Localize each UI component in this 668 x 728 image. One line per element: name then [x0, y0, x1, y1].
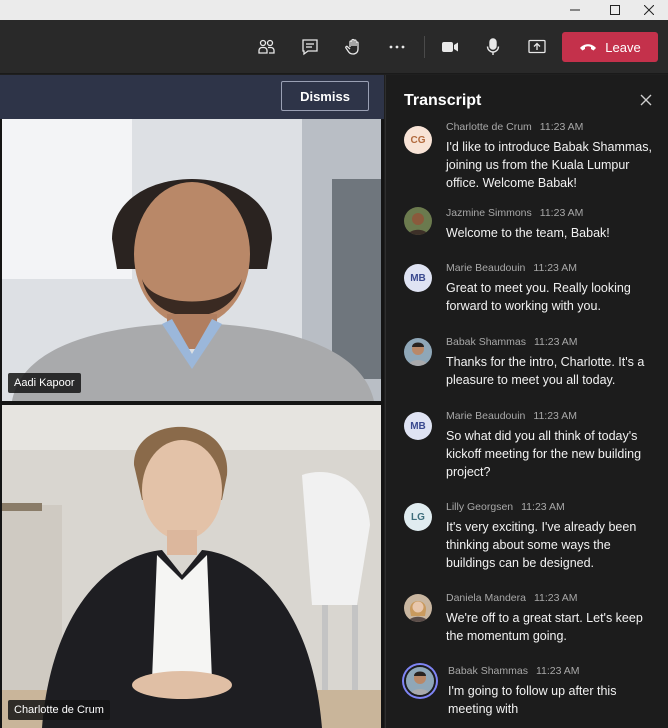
message-meta: Charlotte de Crum 11:23 AM — [446, 121, 583, 133]
message-time: 11:23 AM — [521, 501, 565, 513]
message-text: I'm going to follow up after this meetin… — [448, 684, 617, 716]
speaker-name: Lilly Georgsen — [446, 501, 514, 513]
dismiss-button[interactable]: Dismiss — [281, 81, 369, 111]
microphone-icon[interactable] — [479, 33, 507, 61]
message-text: Thanks for the intro, Charlotte. It's a … — [446, 355, 645, 387]
transcript-panel: Transcript CG Charlotte de Crum 11:23 AM … — [385, 75, 668, 728]
leave-label: Leave — [605, 39, 641, 55]
message-time: 11:23 AM — [533, 336, 578, 348]
video-stage: Dismiss Aadi Kapoor Charlotte de Crum — [0, 75, 384, 728]
avatar — [404, 338, 432, 366]
speaker-name: Daniela Mandera — [446, 592, 526, 604]
avatar: MB — [404, 264, 432, 292]
speaker-name: Marie Beaudouin — [446, 262, 526, 274]
more-icon[interactable] — [383, 33, 411, 61]
close-panel-icon[interactable] — [640, 93, 656, 109]
message-text: Welcome to the team, Babak! — [446, 226, 610, 240]
toolbar-divider — [424, 36, 425, 58]
message-time: 11:23 AM — [539, 121, 584, 133]
speaker-name: Jazmine Simmons — [446, 207, 532, 219]
transcript-message-list[interactable]: CG Charlotte de Crum 11:23 AM I'd like to… — [386, 119, 668, 728]
minimize-icon[interactable] — [556, 0, 594, 20]
speaker-name: Marie Beaudouin — [446, 410, 526, 422]
close-icon[interactable] — [630, 0, 668, 20]
participant-name-tag: Aadi Kapoor — [8, 373, 81, 393]
avatar: LG — [404, 503, 432, 531]
speaker-name: Charlotte de Crum — [446, 121, 532, 133]
message-meta: Marie Beaudouin 11:23 AM — [446, 262, 577, 274]
avatar — [404, 594, 432, 622]
message-text: We're off to a great start. Let's keep t… — [446, 611, 643, 643]
avatar: MB — [404, 412, 432, 440]
message-meta: Marie Beaudouin 11:23 AM — [446, 410, 577, 422]
phone-hangup-icon — [580, 44, 597, 51]
message-time: 11:23 AM — [535, 665, 580, 677]
message-meta: Daniela Mandera 11:23 AM — [446, 592, 578, 604]
message-text: Great to meet you. Really looking forwar… — [446, 281, 631, 313]
people-icon[interactable] — [252, 33, 280, 61]
message-time: 11:23 AM — [539, 207, 584, 219]
message-time: 11:23 AM — [533, 262, 577, 274]
maximize-icon[interactable] — [596, 0, 634, 20]
share-screen-icon[interactable] — [523, 33, 551, 61]
avatar: CG — [404, 126, 432, 154]
camera-icon[interactable] — [436, 33, 464, 61]
leave-button[interactable]: Leave — [562, 32, 658, 62]
avatar — [406, 667, 434, 695]
chat-icon[interactable] — [296, 33, 324, 61]
message-text: I'd like to introduce Babak Shammas, joi… — [446, 140, 652, 190]
message-time: 11:23 AM — [533, 592, 578, 604]
message-meta: Babak Shammas 11:23 AM — [448, 665, 580, 677]
message-meta: Lilly Georgsen 11:23 AM — [446, 501, 565, 513]
participant-video-tile[interactable]: Charlotte de Crum — [2, 405, 381, 728]
participant-name-tag: Charlotte de Crum — [8, 700, 110, 720]
message-text: So what did you all think of today's kic… — [446, 429, 642, 479]
avatar — [404, 207, 432, 235]
raise-hand-icon[interactable] — [340, 33, 368, 61]
notification-banner: Dismiss — [0, 75, 384, 119]
transcript-title: Transcript — [404, 92, 482, 109]
message-time: 11:23 AM — [533, 410, 577, 422]
participant-video-aadi — [2, 119, 381, 401]
message-text: It's very exciting. I've already been th… — [446, 520, 637, 570]
meeting-toolbar: Leave — [0, 20, 668, 74]
speaker-name: Babak Shammas — [446, 336, 526, 348]
participant-video-tile[interactable]: Aadi Kapoor — [2, 119, 381, 401]
speaker-name: Babak Shammas — [448, 665, 528, 677]
message-meta: Jazmine Simmons 11:23 AM — [446, 207, 583, 219]
window-title-bar — [0, 0, 668, 20]
participant-video-charlotte — [2, 405, 381, 728]
message-meta: Babak Shammas 11:23 AM — [446, 336, 578, 348]
